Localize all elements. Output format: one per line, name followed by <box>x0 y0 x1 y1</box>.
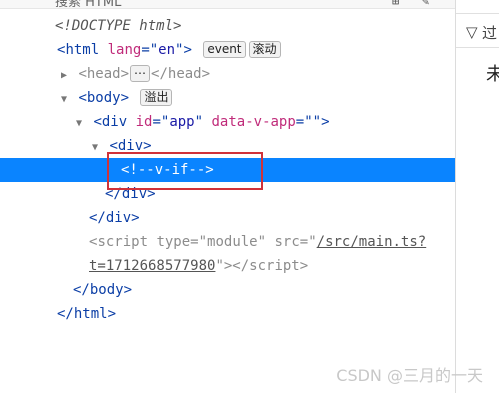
tag-name: div <box>101 114 128 130</box>
rules-panel: ▽ 过 未 <box>456 0 499 393</box>
annotation-highlight-box <box>107 152 263 190</box>
attr-name: data-v-app <box>211 114 296 130</box>
html-close[interactable]: </html> <box>0 302 455 326</box>
tag-name: body <box>86 90 121 106</box>
pick-element-icon[interactable]: ⊞ <box>392 0 399 8</box>
attr-name: id <box>135 114 153 130</box>
collapse-arrow-icon[interactable]: ▼ <box>58 88 70 112</box>
tag-name: body <box>89 282 124 298</box>
script-node[interactable]: <script type="module" src="/src/main.ts? <box>0 230 455 254</box>
tag-name: html <box>65 42 100 58</box>
tab-separator <box>456 13 499 14</box>
body-close[interactable]: </body> <box>0 278 455 302</box>
html-node[interactable]: <html lang="en"> event 滚动 <box>0 38 455 62</box>
ellipsis-badge[interactable]: ⋯ <box>130 65 151 82</box>
collapse-arrow-icon[interactable]: ▼ <box>73 112 85 136</box>
tag-name: div <box>105 210 132 226</box>
tag-name: script <box>249 258 300 274</box>
overflow-badge[interactable]: 溢出 <box>140 89 173 106</box>
tag-name: html <box>73 306 108 322</box>
attr-name: type <box>156 234 191 250</box>
watermark: CSDN @三月的一天 <box>336 366 483 385</box>
body-node[interactable]: ▼ <body> 溢出 <box>0 86 455 110</box>
attr-name: src <box>274 234 300 250</box>
tag-name: head <box>86 66 121 82</box>
div-app-node[interactable]: ▼ <div id="app" data-v-app=""> <box>0 110 455 134</box>
src-link-continued[interactable]: t=1712668577980 <box>89 258 215 274</box>
doctype-text: <!DOCTYPE html> <box>55 18 182 34</box>
script-node-continued[interactable]: t=1712668577980"></script> <box>0 254 455 278</box>
filter-input[interactable]: 过 <box>482 22 497 43</box>
src-link[interactable]: /src/main.ts? <box>317 234 427 250</box>
tag-name: script <box>97 234 149 250</box>
filter-separator <box>456 47 499 48</box>
scroll-badge[interactable]: 滚动 <box>248 41 281 58</box>
attr-name: lang <box>107 42 142 58</box>
filter-icon: ▽ <box>466 23 478 41</box>
empty-message: 未 <box>486 64 499 85</box>
head-node[interactable]: ▶ <head> ⋯ </head> <box>0 62 455 86</box>
attr-value: app <box>169 114 195 130</box>
search-input[interactable]: 搜索 HTML <box>55 0 121 8</box>
tag-name: head <box>167 66 202 82</box>
expand-arrow-icon[interactable]: ▶ <box>58 64 70 88</box>
attr-value: module <box>207 234 258 250</box>
doctype-node[interactable]: <!DOCTYPE html> <box>0 14 455 38</box>
attr-value: en <box>158 42 176 58</box>
toolbar: 搜索 HTML ⊞ ✎ <box>0 0 455 9</box>
edit-icon[interactable]: ✎ <box>422 0 429 8</box>
collapse-arrow-icon[interactable]: ▼ <box>89 136 101 160</box>
div-app-close[interactable]: </div> <box>0 206 455 230</box>
event-badge[interactable]: event <box>203 41 246 58</box>
